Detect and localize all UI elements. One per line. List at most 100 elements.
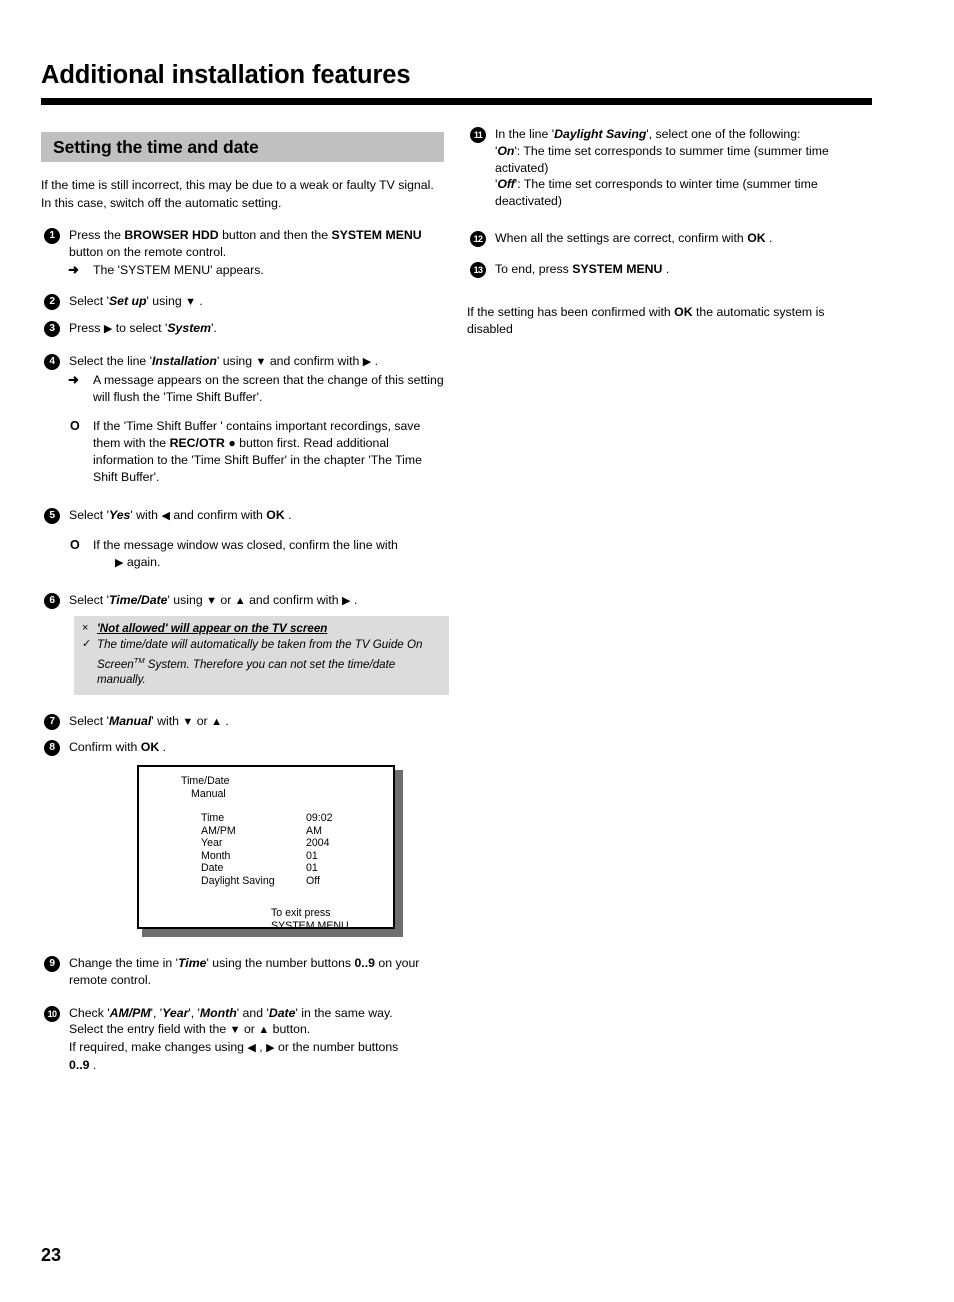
tv-row-time: Time 09:02 (201, 812, 376, 825)
tv-exit-hint: To exit press SYSTEM MENU (271, 907, 349, 933)
step-11-on-desc: ': The time set corresponds to summer ti… (495, 143, 829, 175)
step-number-12: 12 (470, 230, 486, 247)
step-1-text-a: Press the (69, 228, 125, 242)
arrow-left-icon: ◀ (161, 509, 170, 522)
note-box-not-allowed: × 'Not allowed' will appear on the TV sc… (74, 615, 449, 695)
step-number-5: 5 (44, 507, 60, 524)
step-4-result: ➜ A message appears on the screen that t… (68, 371, 444, 406)
arrow-down-icon: ▼ (185, 296, 196, 309)
step-7-text-a: Select ' (69, 713, 109, 728)
tv-row-month: Month 01 (201, 850, 376, 863)
key-ok: OK (266, 507, 285, 522)
step-number-13: 13 (470, 261, 486, 278)
step-4-text-a: Select the line ' (69, 353, 153, 368)
step-10-line4-text: . (89, 1057, 97, 1072)
tv-value-month: 01 (306, 849, 318, 862)
step-6-text-b: ' using (167, 592, 207, 607)
step-4-text-b: ' using (216, 353, 256, 368)
tv-value-ampm: AM (306, 824, 322, 837)
step-5-text-b: ' with (130, 507, 162, 522)
step-10-text-d: ' and ' (236, 1005, 269, 1020)
menu-item-daylight-saving: Daylight Saving (554, 127, 647, 141)
step-4-tip: O If the 'Time Shift Buffer ' contains i… (69, 418, 444, 485)
arrow-down-icon: ▼ (229, 1024, 241, 1037)
note-info-line: ✓ The time/date will automatically be ta… (82, 637, 441, 687)
trademark-icon: TM (133, 655, 145, 665)
step-9-text-b: ' using the number buttons (206, 956, 355, 970)
tv-label-date: Date (201, 862, 224, 875)
arrow-up-icon: ▲ (234, 594, 246, 607)
step-6: 6 Select 'Time/Date' using ▼ or ▲ and co… (41, 592, 449, 695)
menu-item-ampm: AM/PM (109, 1005, 151, 1020)
step-5-text-c: and confirm with (169, 507, 267, 522)
step-10-line-3: If required, make changes using ◀ , ▶ or… (69, 1039, 444, 1057)
step-11-text-b: ', select one of the following: (646, 127, 801, 141)
tv-row-date: Date 01 (201, 862, 376, 875)
step-5-tip-a: If the message window was closed, confir… (93, 538, 398, 553)
step-4-text-c: and confirm with (266, 353, 363, 368)
check-mark-icon: ✓ (82, 638, 92, 651)
tv-row-year: Year 2004 (201, 837, 376, 850)
key-system-menu: SYSTEM MENU (331, 228, 422, 242)
step-10-text-e: ' in the same way. (295, 1005, 393, 1020)
step-6-text-d: and confirm with (245, 592, 343, 607)
tv-exit-line-1: To exit press (271, 907, 331, 919)
key-system-menu: SYSTEM MENU (572, 261, 663, 276)
step-3-text-c: '. (211, 321, 217, 336)
tv-screen-subtitle: Manual (191, 788, 226, 800)
step-8-text-b: . (159, 740, 167, 755)
arrow-up-icon: ▲ (211, 715, 222, 728)
title-rule (41, 98, 872, 105)
step-10-line3-b: , (255, 1040, 267, 1055)
step-5: 5 Select 'Yes' with ◀ and confirm with O… (41, 507, 444, 572)
note-warning-text: 'Not allowed' will appear on the TV scre… (97, 621, 328, 635)
step-number-1: 1 (44, 228, 60, 244)
key-number-buttons: 0..9 (354, 956, 375, 970)
tv-value-daylight-saving: Off (306, 874, 320, 887)
key-browser-hdd: BROWSER HDD (124, 228, 219, 242)
tv-value-date: 01 (306, 862, 318, 875)
closing-note-a: If the setting has been confirmed with (467, 304, 675, 319)
menu-item-date: Date (268, 1005, 296, 1020)
arrow-right-icon: ➜ (68, 371, 79, 387)
step-7-text-d: . (221, 713, 229, 728)
tv-row-ampm: AM/PM AM (201, 825, 376, 838)
tv-value-time: 09:02 (306, 812, 333, 824)
tv-label-ampm: AM/PM (201, 824, 236, 837)
key-number-buttons: 0..9 (69, 1057, 90, 1072)
arrow-up-icon: ▲ (258, 1024, 270, 1037)
arrow-right-icon: ▶ (362, 355, 372, 368)
step-11-text-a: In the line ' (495, 127, 555, 141)
step-number-6: 6 (44, 592, 60, 609)
step-1-text-c: button on the remote control. (69, 244, 227, 259)
step-13: 13 To end, press SYSTEM MENU . (467, 261, 872, 278)
step-4-result-text: A message appears on the screen that the… (93, 372, 444, 404)
tv-screen-frame: Time/Date Manual Time 09:02 AM/PM AM Yea… (137, 765, 395, 932)
page-title: Additional installation features (41, 61, 411, 89)
right-column: 11 In the line 'Daylight Saving', select… (467, 126, 872, 338)
step-1: 1 Press the BROWSER HDD button and then … (41, 227, 444, 278)
menu-item-installation: Installation (152, 353, 217, 368)
step-6-text-c: or (216, 592, 235, 607)
tv-label-daylight-saving: Daylight Saving (201, 874, 275, 887)
step-8: 8 Confirm with OK . (41, 739, 444, 757)
section-header-bar: Setting the time and date (41, 132, 444, 162)
step-9-text-a: Change the time in ' (69, 956, 178, 970)
step-3-text-a: Press (69, 321, 104, 336)
arrow-down-icon: ▼ (255, 355, 267, 368)
tv-label-year: Year (201, 837, 223, 850)
bullet-o-icon: O (70, 419, 80, 434)
step-1-result: ➜ The 'SYSTEM MENU' appears. (68, 262, 444, 279)
closing-note: If the setting has been confirmed with O… (467, 304, 865, 338)
key-ok: OK (747, 230, 766, 245)
step-5-text-d: . (284, 507, 292, 522)
tv-screen-mockup: Time/Date Manual Time 09:02 AM/PM AM Yea… (137, 765, 403, 937)
key-ok: OK (674, 304, 693, 319)
tv-label-month: Month (201, 849, 231, 862)
left-column-lower: 9 Change the time in 'Time' using the nu… (41, 955, 444, 1074)
step-10: 10 Check 'AM/PM', 'Year', 'Month' and 'D… (41, 1005, 444, 1074)
step-2: 2 Select 'Set up' using ▼ . (41, 293, 444, 311)
step-8-text-a: Confirm with (69, 740, 141, 755)
step-10-line-2: Select the entry field with the ▼ or ▲ b… (69, 1021, 444, 1039)
step-5-tip-line2: ▶ again. (93, 554, 444, 572)
